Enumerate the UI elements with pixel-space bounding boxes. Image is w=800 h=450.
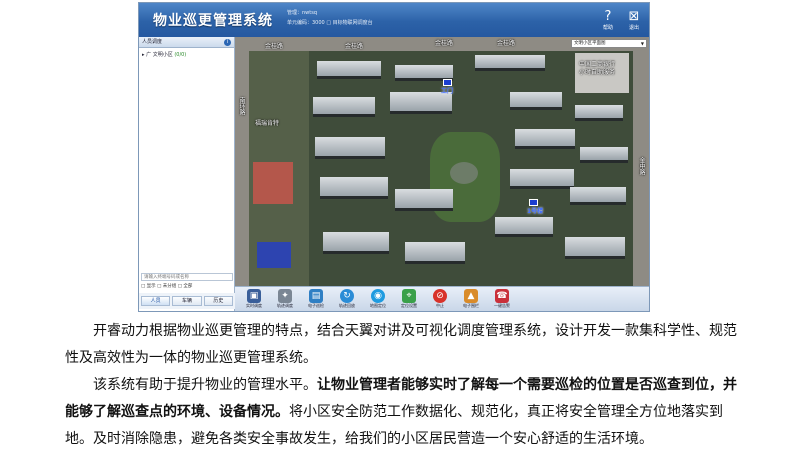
check-button[interactable]: ▤ 电子巡检 (301, 287, 331, 311)
tab-history[interactable]: 历史 (203, 296, 233, 306)
dispatch-button[interactable]: ✦ 轨迹调度 (270, 287, 300, 311)
building (317, 61, 381, 79)
road-label: 金中路 (638, 157, 645, 175)
tool-label: 电子围栏 (463, 303, 479, 308)
map-locate-button[interactable]: ◉ 地图定位 (363, 287, 393, 311)
building (405, 242, 465, 264)
building (510, 169, 574, 189)
building (320, 177, 388, 199)
tab-people[interactable]: 人员 (141, 296, 171, 306)
garden-plaza (450, 162, 478, 184)
tool-label: 轨迹调度 (277, 303, 293, 308)
road-label: 金桂路 (435, 40, 454, 47)
building (323, 232, 389, 254)
building (580, 147, 628, 163)
unit-info: 单元编码：3000 □ 目标物联网调度台 (287, 20, 373, 26)
help-button[interactable]: ? 帮助 (597, 9, 619, 35)
tool-label: 定位设置 (401, 303, 417, 308)
blue-roof-building (257, 242, 291, 268)
tree-node[interactable]: ▸ 广 文明小区 (0/0) (139, 48, 234, 58)
filter-options[interactable]: □ 显示 □ 未分组 □ 全部 (141, 283, 192, 289)
user-info: 管理：nwtsq (287, 10, 317, 16)
left-panel: 人员调度 i ▸ 广 文明小区 (0/0) □ 显示 □ 未分组 □ 全部 人员… (139, 37, 235, 311)
map-icon: ◉ (371, 289, 385, 303)
marker-label: 1号楼 (527, 208, 544, 215)
map-marker[interactable]: 1号楼 (527, 199, 543, 215)
building (565, 237, 625, 259)
building (395, 189, 453, 211)
map-select-value: 文明小区平面图 (574, 41, 606, 46)
alarm-button[interactable]: ☎ 一键告警 (487, 287, 517, 311)
building (313, 97, 375, 117)
patrol-point-icon (529, 199, 538, 206)
realtime-icon: ▣ (247, 289, 261, 303)
building (390, 92, 452, 114)
panel-header: 人员调度 i (139, 37, 234, 48)
fence-icon: ▲ (464, 289, 478, 303)
panel-header-label: 人员调度 (142, 39, 163, 45)
road-label: 金桂路 (265, 43, 284, 50)
patrol-point-icon (443, 79, 452, 86)
road-label: 金桂路 (345, 43, 364, 50)
info-icon[interactable]: i (224, 39, 231, 46)
building (495, 217, 553, 237)
bottom-toolbar: ▣ 实时调度 ✦ 轨迹调度 ▤ 电子巡检 ↻ 轨迹回放 ◉ 地图定位 ⌖ 定位设… (235, 286, 649, 311)
red-roof-building (253, 162, 293, 204)
exit-button[interactable]: ⊠ 退出 (623, 9, 645, 35)
app-title: 物业巡更管理系统 (153, 13, 273, 29)
paragraph-2: 该系统有助于提升物业的管理水平。让物业管理者能够实时了解每一个需要巡检的位置是否… (65, 372, 745, 450)
trail-icon: ↻ (340, 289, 354, 303)
help-label: 帮助 (602, 25, 613, 31)
chevron-down-icon: ▼ (640, 41, 644, 46)
place-label: 福瑞肯特 (255, 120, 280, 127)
tool-label: 实时调度 (246, 303, 262, 308)
tree-node-label: 文明小区 (152, 52, 173, 58)
building (515, 129, 575, 149)
locate-setting-button[interactable]: ⌖ 定位设置 (394, 287, 424, 311)
panel-tabs: 人员 车辆 历史 (139, 293, 235, 309)
paragraph-1: 开睿动力根据物业巡更管理的特点，结合天翼对讲及可视化调度管理系统，设计开发一款集… (65, 323, 737, 366)
building (570, 187, 626, 205)
west-road (235, 37, 249, 286)
app-window: 物业巡更管理系统 管理：nwtsq 单元编码：3000 □ 目标物联网调度台 ?… (138, 2, 650, 312)
satellite-map[interactable]: 金桂路 金桂路 金桂路 金桂路 南环路 金中路 中国工商银行 小时自助服务 福瑞… (235, 37, 649, 286)
place-label: 小时自助服务 (579, 69, 616, 76)
description-text: 开睿动力根据物业巡更管理的特点，结合天翼对讲及可视化调度管理系统，设计开发一款集… (65, 318, 745, 450)
tool-label: 中止 (436, 303, 444, 308)
help-icon: ? (604, 9, 612, 24)
fence-button[interactable]: ▲ 电子围栏 (456, 287, 486, 311)
map-select[interactable]: 文明小区平面图 ▼ (571, 39, 647, 48)
building (475, 55, 545, 71)
tree-expander[interactable]: ▸ 广 (142, 52, 151, 58)
stop-button[interactable]: ⊘ 中止 (425, 287, 455, 311)
search-input[interactable] (141, 273, 233, 281)
tool-label: 一键告警 (494, 303, 510, 308)
tool-label: 电子巡检 (308, 303, 324, 308)
title-bar: 物业巡更管理系统 管理：nwtsq 单元编码：3000 □ 目标物联网调度台 ?… (139, 3, 649, 37)
trail-button[interactable]: ↻ 轨迹回放 (332, 287, 362, 311)
road-label: 金桂路 (497, 40, 516, 47)
building (315, 137, 385, 159)
exit-icon: ⊠ (628, 9, 640, 24)
realtime-button[interactable]: ▣ 实时调度 (239, 287, 269, 311)
building (575, 105, 623, 121)
check-icon: ▤ (309, 289, 323, 303)
building (510, 92, 562, 110)
alarm-icon: ☎ (495, 289, 509, 303)
tool-label: 轨迹回放 (339, 303, 355, 308)
marker-label: 工门 (441, 88, 454, 95)
tab-vehicles[interactable]: 车辆 (172, 296, 202, 306)
paragraph-2-lead: 该系统有助于提升物业的管理水平。 (93, 377, 317, 393)
road-label: 南环路 (238, 97, 245, 115)
exit-label: 退出 (628, 25, 639, 31)
map-marker[interactable]: 工门 (441, 79, 453, 95)
stop-icon: ⊘ (433, 289, 447, 303)
tree-node-count: (0/0) (174, 52, 187, 58)
dispatch-icon: ✦ (278, 289, 292, 303)
point-icon: ⌖ (402, 289, 416, 303)
tool-label: 地图定位 (370, 303, 386, 308)
